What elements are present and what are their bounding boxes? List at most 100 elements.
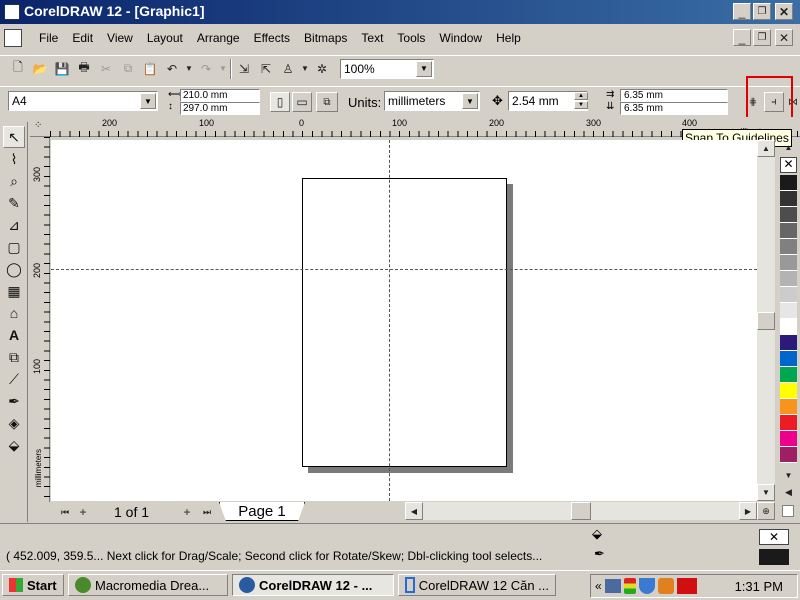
color-swatch[interactable]	[780, 239, 797, 255]
corel-online-icon[interactable]: ✲	[312, 59, 332, 79]
task-dreamweaver[interactable]: Macromedia Drea...	[68, 574, 228, 596]
color-swatch[interactable]	[780, 319, 797, 335]
redo-icon[interactable]: ↷	[196, 59, 216, 79]
page-tab[interactable]: Page 1	[219, 502, 305, 521]
menu-effects[interactable]: Effects	[247, 28, 297, 48]
antivirus-icon[interactable]	[657, 578, 674, 594]
scroll-thumb-horizontal[interactable]	[571, 502, 591, 520]
color-swatch[interactable]	[780, 271, 797, 287]
color-swatch[interactable]	[780, 351, 797, 367]
scroll-right-arrow[interactable]: ▶	[739, 502, 757, 520]
color-swatch[interactable]	[780, 303, 797, 319]
shield-icon[interactable]	[638, 578, 655, 594]
basic-shapes-tool-icon[interactable]: ⌂	[3, 302, 25, 324]
paper-type-select[interactable]: A4 ▼	[8, 91, 158, 111]
print-icon[interactable]: 🖶	[74, 59, 94, 79]
zoom-level-field[interactable]: 100% ▼	[340, 58, 434, 79]
first-page-icon[interactable]: ⏮	[55, 502, 75, 522]
vertical-scrollbar[interactable]: ▲ ▼	[757, 140, 775, 501]
eyedropper-tool-icon[interactable]: ⟋	[3, 368, 25, 390]
scroll-down-arrow[interactable]: ▼	[757, 484, 775, 501]
paper-dropdown-icon[interactable]: ▼	[140, 93, 156, 109]
vertical-ruler[interactable]: 300 200 100 millimeters	[30, 137, 50, 502]
text-tool-icon[interactable]: A	[3, 324, 25, 346]
adobe-icon[interactable]	[676, 578, 697, 594]
export-icon[interactable]: ⇱	[256, 59, 276, 79]
color-swatch[interactable]	[780, 223, 797, 239]
open-icon[interactable]: 📂	[30, 59, 50, 79]
rectangle-tool-icon[interactable]: ▢	[3, 236, 25, 258]
portrait-button[interactable]: ▯	[270, 92, 290, 112]
scroll-up-arrow[interactable]: ▲	[757, 140, 775, 157]
interactive-fill-tool-icon[interactable]: ⬙	[3, 434, 25, 456]
undo-dropdown-icon[interactable]: ▼	[184, 59, 194, 79]
graph-paper-tool-icon[interactable]: ▦	[3, 280, 25, 302]
import-icon[interactable]: ⇲	[234, 59, 254, 79]
task-ie[interactable]: CorelDRAW 12 Căn ...	[398, 574, 556, 596]
palette-flyout-arrow[interactable]: ◀	[779, 485, 798, 499]
doc-close-button[interactable]: ✕	[775, 29, 793, 46]
save-icon[interactable]: 💾	[52, 59, 72, 79]
ruler-origin-icon[interactable]: ⁘	[34, 120, 42, 131]
menu-view[interactable]: View	[100, 28, 140, 48]
color-swatch[interactable]	[780, 415, 797, 431]
ellipse-tool-icon[interactable]: ◯	[3, 258, 25, 280]
page-height-field[interactable]: 297.0 mm	[180, 102, 260, 115]
page-layout-button[interactable]: ⧉	[316, 92, 338, 112]
duplicate-x-field[interactable]: 6.35 mm	[620, 89, 728, 102]
add-page-after-icon[interactable]: +	[177, 502, 197, 522]
color-swatch[interactable]	[780, 399, 797, 415]
fill-tool-icon[interactable]: ◈	[3, 412, 25, 434]
start-button[interactable]: Start	[2, 574, 64, 596]
pick-tool-icon[interactable]: ↖	[3, 126, 25, 148]
navigator-button[interactable]: ⊕	[757, 502, 775, 520]
cut-icon[interactable]: ✂	[96, 59, 116, 79]
menu-window[interactable]: Window	[432, 28, 489, 48]
drawing-canvas[interactable]	[51, 140, 757, 501]
interactive-blend-tool-icon[interactable]: ⧉	[3, 346, 25, 368]
shape-tool-icon[interactable]: ⌇	[3, 148, 25, 170]
last-page-icon[interactable]: ⏭	[197, 502, 217, 522]
drawing-page[interactable]	[302, 178, 507, 467]
task-coreldraw[interactable]: CorelDRAW 12 - ...	[232, 574, 394, 596]
smart-fill-tool-icon[interactable]: ⊿	[3, 214, 25, 236]
outline-tool-icon[interactable]: ✒	[3, 390, 25, 412]
color-swatch[interactable]	[780, 367, 797, 383]
undo-icon[interactable]: ↶	[162, 59, 182, 79]
nudge-down-arrow[interactable]: ▼	[574, 101, 588, 109]
palette-down-arrow[interactable]: ▼	[779, 469, 798, 481]
add-page-before-icon[interactable]: +	[73, 502, 93, 522]
new-icon[interactable]: 🗋	[8, 59, 28, 79]
horizontal-scrollbar[interactable]: ◀ ▶	[405, 502, 757, 520]
color-swatch[interactable]	[780, 287, 797, 303]
minimize-button[interactable]: _	[733, 3, 751, 20]
color-swatch[interactable]	[780, 207, 797, 223]
document-icon[interactable]	[4, 29, 22, 47]
page-width-field[interactable]: 210.0 mm	[180, 89, 260, 102]
doc-restore-button[interactable]: ❐	[753, 29, 771, 46]
menu-tools[interactable]: Tools	[390, 28, 432, 48]
zoom-dropdown-icon[interactable]: ▼	[416, 60, 432, 77]
tray-expand-icon[interactable]: «	[595, 579, 602, 593]
traffic-light-icon[interactable]	[623, 578, 636, 594]
nudge-up-arrow[interactable]: ▲	[574, 92, 588, 100]
color-swatch[interactable]	[780, 383, 797, 399]
landscape-button[interactable]: ▭	[292, 92, 312, 112]
redo-dropdown-icon[interactable]: ▼	[218, 59, 228, 79]
color-swatch[interactable]	[780, 335, 797, 351]
color-swatch[interactable]	[780, 447, 797, 463]
color-swatch[interactable]	[780, 255, 797, 271]
scroll-thumb-vertical[interactable]	[757, 312, 775, 330]
scroll-left-arrow[interactable]: ◀	[405, 502, 423, 520]
palette-up-arrow[interactable]: ▲	[779, 141, 798, 153]
units-select[interactable]: millimeters ▼	[384, 91, 480, 111]
paste-icon[interactable]: 📋	[140, 59, 160, 79]
launcher-dropdown-icon[interactable]: ▼	[300, 59, 310, 79]
application-launcher-icon[interactable]: ♙	[278, 59, 298, 79]
freehand-tool-icon[interactable]: ✎	[3, 192, 25, 214]
duplicate-y-field[interactable]: 6.35 mm	[620, 102, 728, 115]
vertical-guideline[interactable]	[389, 140, 390, 501]
copy-icon[interactable]: ⧉	[118, 59, 138, 79]
network-icon[interactable]	[604, 579, 621, 593]
horizontal-guideline[interactable]	[51, 269, 757, 270]
